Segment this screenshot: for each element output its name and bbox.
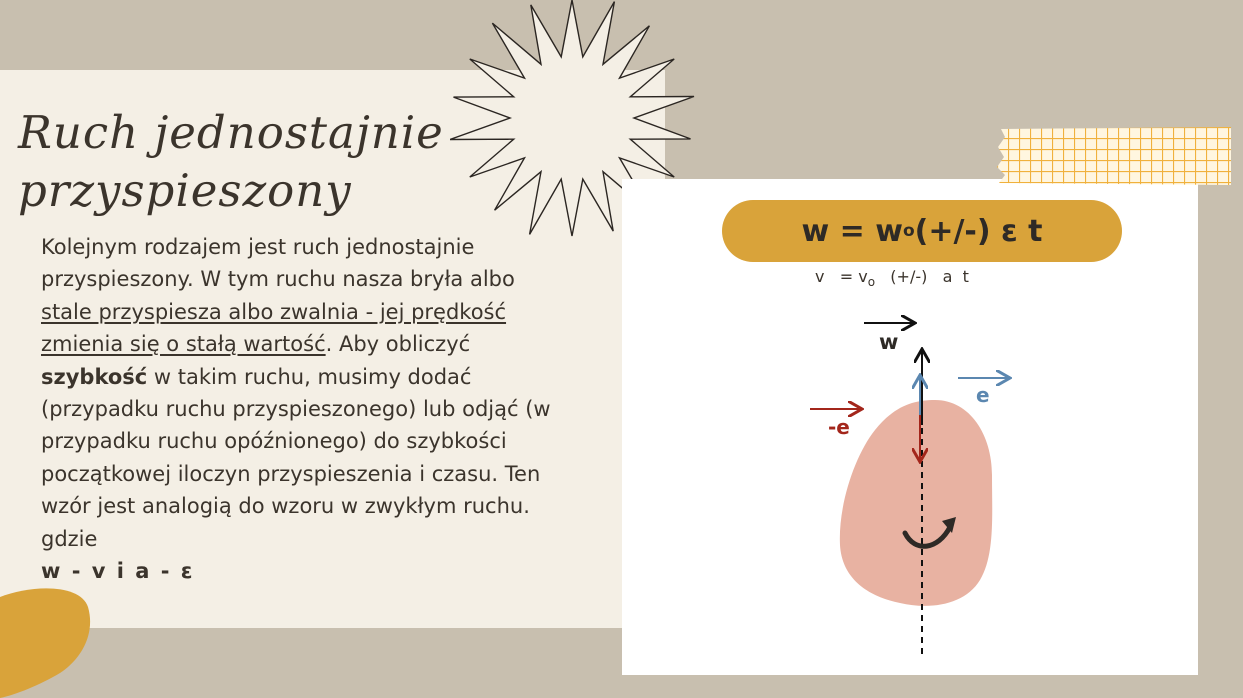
body-paragraph: Kolejnym rodzajem jest ruch jednostajnie… (41, 231, 561, 587)
formula-linear: v = vo (+/-) a t (815, 267, 1075, 289)
title-line-2: przyspieszony (18, 164, 352, 217)
rotation-diagram: w e -e (810, 305, 1040, 655)
formula-angular-sub: o (902, 221, 915, 241)
grid-tape-decoration (997, 127, 1231, 185)
label-neg-e: -e (828, 415, 850, 439)
formula-angular: w = w o (+/-) ε t (722, 200, 1122, 262)
title-line-1: Ruch jednostajnie (18, 106, 444, 159)
label-w: w (879, 330, 898, 354)
page-title: Ruch jednostajnie przyspieszony (18, 104, 448, 220)
body-blob-shape (839, 400, 993, 606)
formula-angular-lhs: w = w (801, 213, 903, 249)
body-text-middle: . Aby obliczyć (325, 332, 471, 357)
formula-linear-sub: o (867, 275, 876, 290)
body-text-intro: Kolejnym rodzajem jest ruch jednostajnie… (41, 235, 515, 292)
formula-linear-rhs: (+/-) a t (875, 267, 969, 286)
symbols-line: w - v i a - ε (41, 559, 195, 584)
formula-linear-lhs: v = v (815, 267, 868, 286)
body-text-bold: szybkość (41, 364, 148, 389)
label-e: e (976, 383, 990, 407)
formula-angular-rhs: (+/-) ε t (914, 213, 1043, 249)
mustard-blob-shape (0, 588, 91, 698)
body-text-end: w takim ruchu, musimy dodać (przypadku r… (41, 364, 551, 551)
